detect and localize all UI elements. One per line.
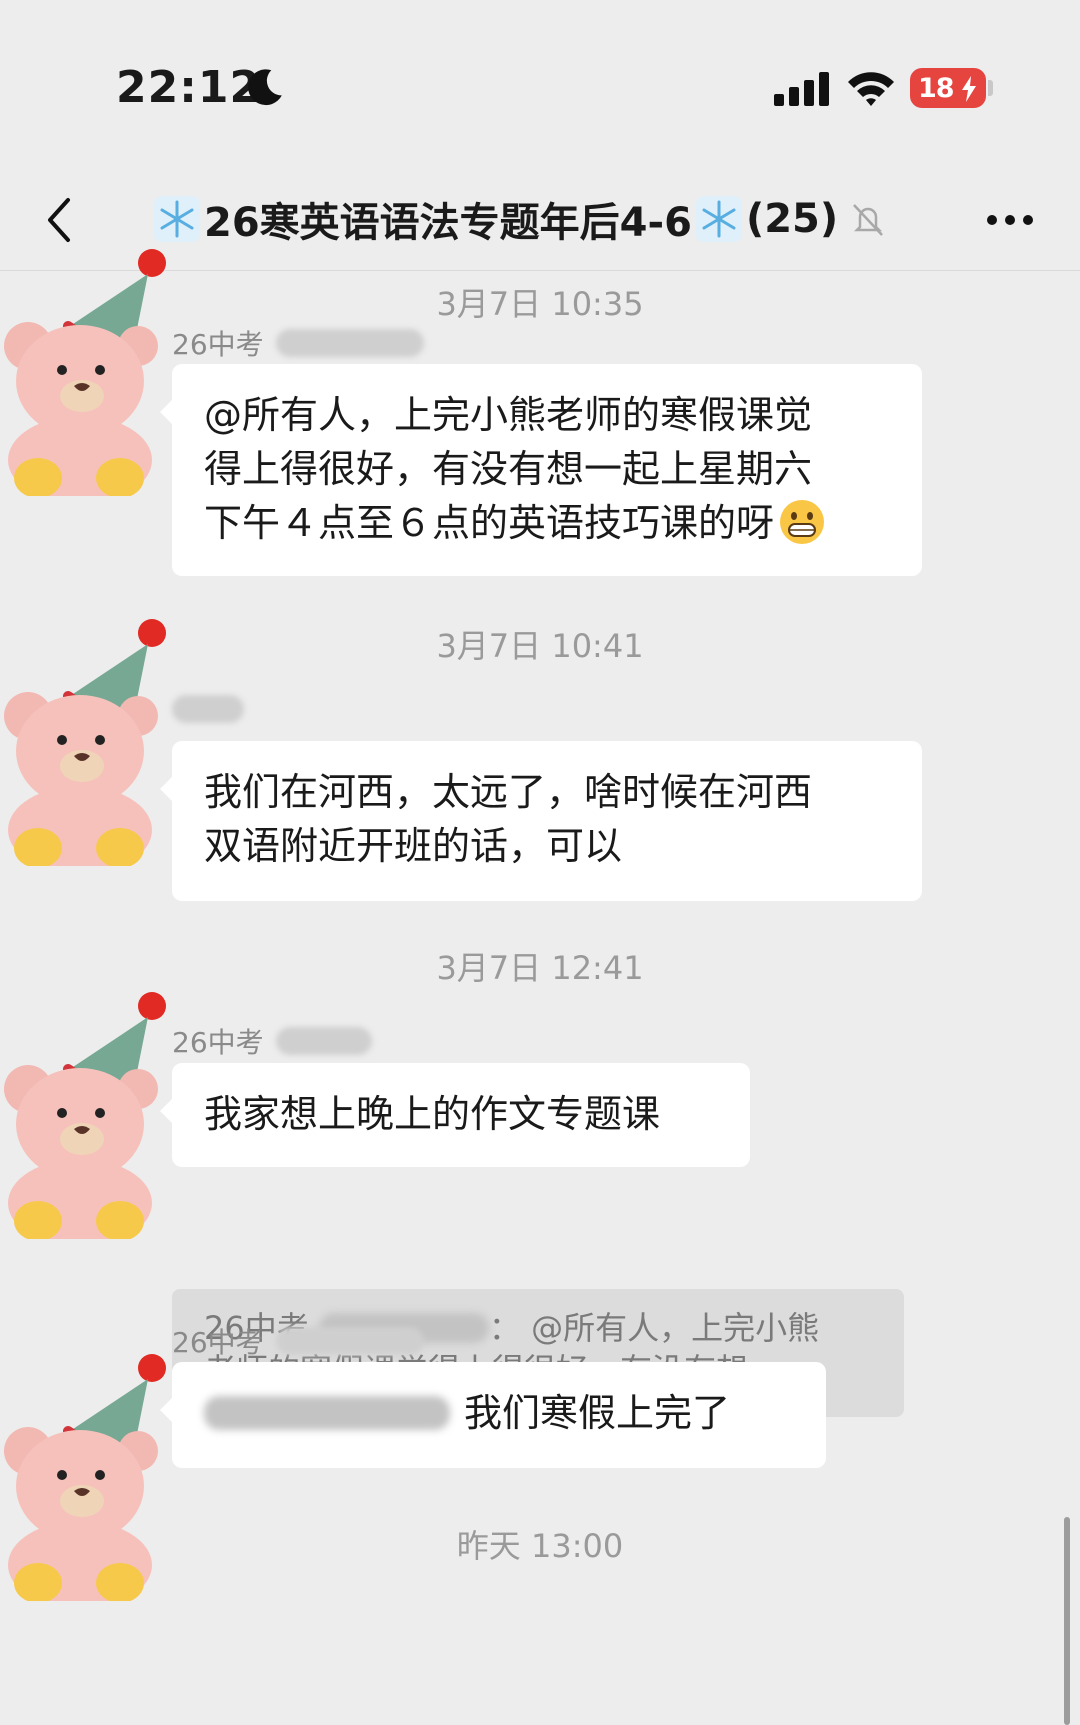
message-timestamp: 3月7日 12:41 bbox=[436, 949, 644, 987]
status-bar: 22:12 18 bbox=[0, 0, 1080, 170]
chat-title[interactable]: 26寒英语语法专题年后4-6 (25) bbox=[150, 184, 888, 254]
message-line: 我家想上晚上的作文专题课 bbox=[204, 1092, 661, 1136]
status-time: 22:12 bbox=[116, 62, 262, 113]
sender-name-text: 26中考 bbox=[172, 328, 264, 361]
message-line: 下午４点至６点的英语技巧课的呀 bbox=[204, 496, 890, 550]
battery-level: 18 bbox=[918, 73, 955, 104]
bear-avatar-icon[interactable] bbox=[0, 246, 178, 496]
sender-name-text: 26中考 bbox=[172, 1326, 264, 1359]
message-bubble[interactable]: 我们在河西，太远了，啥时候在河西 双语附近开班的话，可以 bbox=[160, 741, 922, 901]
snowflake-icon bbox=[154, 196, 200, 242]
signal-icon bbox=[774, 72, 829, 106]
wifi-icon bbox=[848, 72, 894, 106]
battery-cap bbox=[988, 80, 993, 96]
redacted-name bbox=[275, 329, 424, 357]
battery-icon: 18 bbox=[910, 68, 986, 108]
sender-name bbox=[172, 695, 244, 723]
message-line-text: 我们寒假上完了 bbox=[464, 1391, 731, 1435]
grinning-face-icon bbox=[780, 500, 825, 544]
redacted-name bbox=[275, 1327, 424, 1355]
sender-name: 26中考 bbox=[172, 323, 424, 363]
back-icon[interactable] bbox=[40, 192, 80, 248]
message-line-text: 下午４点至６点的英语技巧课的呀 bbox=[204, 501, 775, 545]
redacted-mention bbox=[204, 1396, 450, 1430]
message-list[interactable]: 3月7日 10:35 26中考 @所有人，上完小熊老师的寒假课觉 得上得很好，有… bbox=[0, 249, 1080, 1725]
sender-name: 26中考 bbox=[172, 1321, 424, 1361]
message-line: 得上得很好，有没有想一起上星期六 bbox=[204, 447, 813, 491]
bear-avatar-icon[interactable] bbox=[0, 616, 178, 866]
quote-text: @所有人，上完小熊 bbox=[531, 1309, 820, 1347]
sender-name-text: 26中考 bbox=[172, 1026, 264, 1059]
message-timestamp: 昨天 13:00 bbox=[456, 1527, 624, 1565]
message-line: @所有人，上完小熊老师的寒假课觉 bbox=[204, 393, 813, 437]
charging-bolt-icon bbox=[962, 76, 976, 102]
scrollbar[interactable] bbox=[1064, 1517, 1070, 1725]
snowflake-icon bbox=[695, 196, 742, 242]
member-count: (25) bbox=[745, 196, 839, 242]
message-bubble[interactable]: @所有人，上完小熊老师的寒假课觉 得上得很好，有没有想一起上星期六 下午４点至６… bbox=[160, 364, 922, 576]
more-icon[interactable] bbox=[984, 200, 1036, 240]
message-bubble[interactable]: 我们寒假上完了 bbox=[160, 1362, 826, 1468]
chat-title-text: 26寒英语语法专题年后4-6 bbox=[204, 200, 692, 246]
sender-name: 26中考 bbox=[172, 1021, 372, 1061]
mute-bell-icon bbox=[853, 204, 884, 236]
message-line: 双语附近开班的话，可以 bbox=[204, 824, 623, 868]
redacted-name bbox=[172, 695, 244, 723]
redacted-name bbox=[275, 1027, 372, 1055]
message-line: 我们寒假上完了 bbox=[204, 1386, 794, 1440]
message-line: 我们在河西，太远了，啥时候在河西 bbox=[204, 770, 813, 814]
message-bubble[interactable]: 我家想上晚上的作文专题课 bbox=[160, 1063, 750, 1167]
moon-icon bbox=[248, 69, 282, 106]
bear-avatar-icon[interactable] bbox=[0, 989, 178, 1239]
